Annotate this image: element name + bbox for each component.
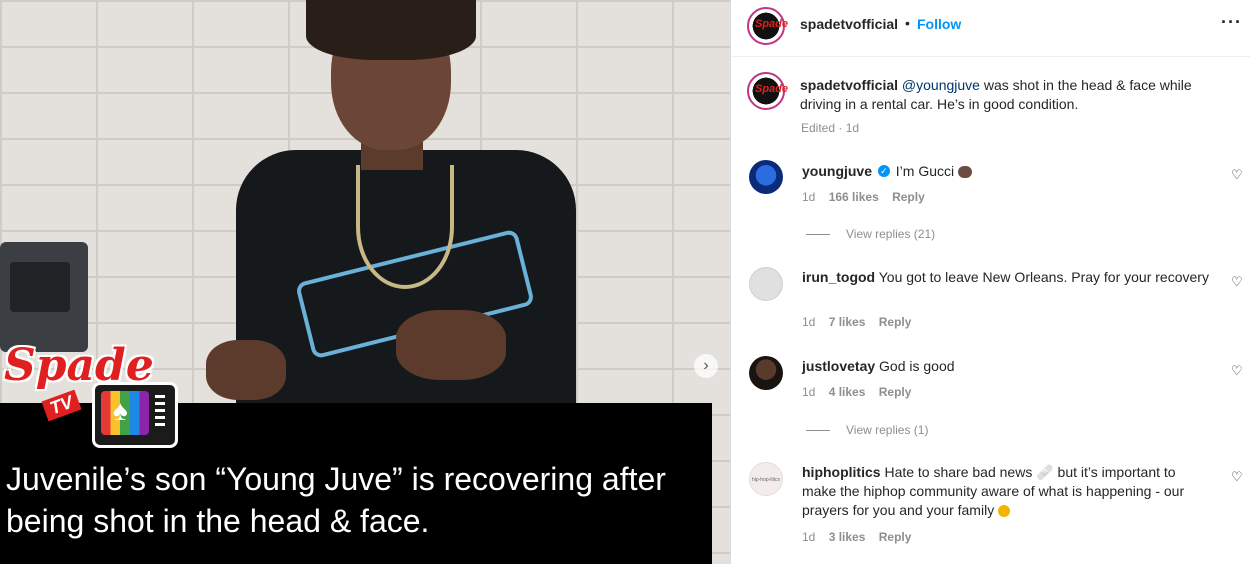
gold-chain	[356, 165, 454, 289]
reply-button[interactable]: Reply	[879, 385, 912, 399]
chevron-right-icon[interactable]: ›	[694, 354, 718, 378]
comments-panel: Spade spadetvofficial • Follow ··· Spade…	[730, 0, 1250, 564]
flexed-biceps-icon	[958, 166, 973, 179]
post-caption: spadetvofficial @youngjuve was shot in t…	[800, 76, 1220, 114]
avatar[interactable]	[749, 160, 783, 194]
separator-dot: •	[905, 15, 910, 31]
comment-text: You got to leave New Orleans. Pray for y…	[878, 269, 1209, 285]
caption-username[interactable]: spadetvofficial	[800, 77, 898, 93]
comment-username[interactable]: irun_togod	[802, 269, 875, 285]
verified-badge-icon: ✓	[877, 165, 890, 178]
caption-mention[interactable]: @youngjuve	[902, 77, 980, 93]
post-image[interactable]: Juvenile’s son “Young Juve” is recoverin…	[0, 0, 730, 564]
image-caption-text: Juvenile’s son “Young Juve” is recoverin…	[6, 461, 666, 539]
avatar[interactable]	[749, 356, 783, 390]
follow-button[interactable]: Follow	[917, 16, 961, 32]
view-replies-button[interactable]: View replies (21)	[806, 227, 935, 241]
heart-icon[interactable]: ♡	[1231, 470, 1245, 484]
spade-tv-logo: Spade TV ♠	[0, 340, 180, 448]
comment-text: I’m Gucci	[895, 163, 955, 179]
caption-meta: Edited · 1d	[801, 121, 860, 135]
comment-username[interactable]: youngjuve	[802, 163, 872, 179]
reply-button[interactable]: Reply	[879, 530, 912, 544]
wall-dispenser	[0, 242, 88, 352]
heart-icon[interactable]: ♡	[1231, 168, 1245, 182]
tv-icon: ♠	[92, 382, 178, 448]
avatar[interactable]: hip-hop-litics	[749, 462, 783, 496]
more-options-icon[interactable]: ···	[1221, 12, 1242, 33]
comment-username[interactable]: hiphoplitics	[802, 464, 881, 480]
heart-icon[interactable]: ♡	[1231, 364, 1245, 378]
reply-button[interactable]: Reply	[892, 190, 925, 204]
sad-face-icon	[998, 505, 1011, 518]
comment-likes[interactable]: 4 likes	[829, 385, 866, 399]
comment-likes[interactable]: 3 likes	[829, 530, 866, 544]
dreadlocks	[306, 0, 476, 60]
avatar[interactable]	[749, 267, 783, 301]
comment-time: 1d	[802, 315, 816, 329]
comment-username[interactable]: justlovetay	[802, 358, 875, 374]
comment-likes[interactable]: 7 likes	[829, 315, 866, 329]
post-header: Spade spadetvofficial • Follow ···	[731, 0, 1250, 57]
comment-time: 1d	[802, 190, 816, 204]
comment-likes[interactable]: 166 likes	[829, 190, 879, 204]
heart-icon[interactable]: ♡	[1231, 275, 1245, 289]
comment-time: 1d	[802, 530, 816, 544]
header-username[interactable]: spadetvofficial	[800, 16, 898, 32]
caption-avatar[interactable]: Spade	[747, 72, 788, 110]
comment-text: God is good	[879, 358, 955, 374]
view-replies-button[interactable]: View replies (1)	[806, 423, 928, 437]
comment-time: 1d	[802, 385, 816, 399]
reply-button[interactable]: Reply	[879, 315, 912, 329]
person-photo	[206, 0, 606, 420]
avatar[interactable]: Spade	[747, 7, 788, 45]
